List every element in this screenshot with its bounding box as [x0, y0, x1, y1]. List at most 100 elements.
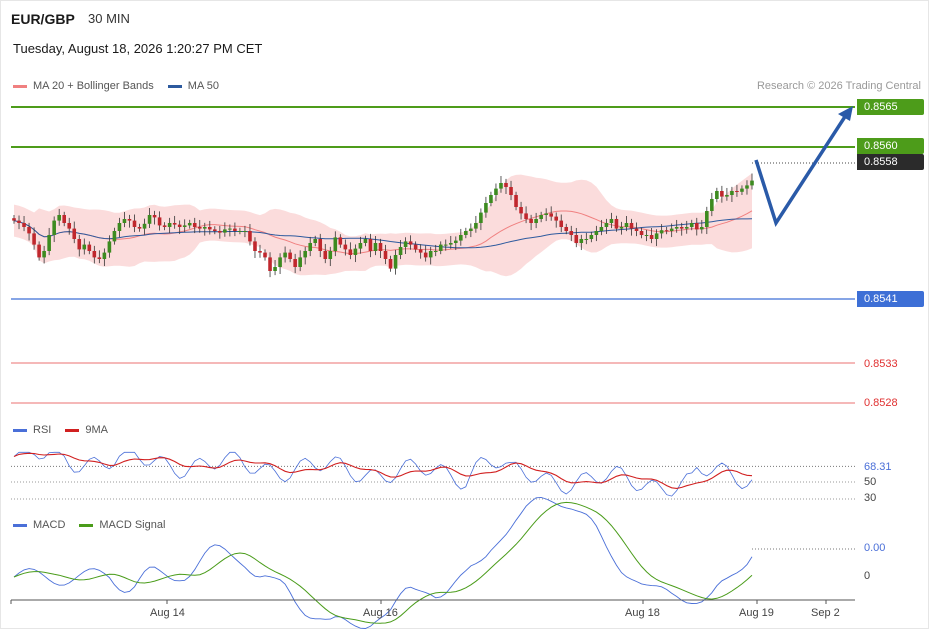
candle-body: [187, 223, 192, 226]
candle-body: [127, 219, 132, 221]
candle-body: [509, 187, 513, 195]
candle-body: [740, 188, 744, 192]
candle-body: [564, 227, 569, 231]
support-level-tag: 0.8541: [857, 291, 924, 307]
candle-body: [343, 244, 348, 250]
candle-body: [524, 213, 528, 219]
candle-body: [594, 231, 599, 235]
x-label-aug16: Aug 16: [363, 607, 398, 619]
legend-signal: MACD Signal: [79, 519, 165, 531]
candle-body: [92, 251, 97, 258]
candle-body: [609, 219, 614, 223]
macd-swatch: [13, 523, 27, 527]
candle-body: [428, 251, 433, 258]
candle-body: [72, 228, 77, 239]
candle-body: [689, 223, 694, 227]
candle-body: [358, 243, 363, 249]
candle-body: [624, 223, 629, 227]
rsi-value-label: 68.31: [864, 461, 892, 473]
candle-body: [469, 228, 473, 231]
candle-body: [604, 223, 609, 227]
candle-body: [589, 235, 594, 239]
candle-body: [87, 244, 92, 251]
candle-body: [67, 223, 72, 229]
forecast-arrow-line: [754, 111, 850, 228]
candle-body: [363, 239, 368, 243]
candle-body: [348, 249, 353, 255]
chart-canvas: [10, 106, 855, 629]
candle-body: [177, 224, 182, 227]
macd-value-label: 0.00: [864, 542, 886, 554]
candle-body: [12, 218, 16, 221]
candle-body: [664, 230, 669, 232]
candle-body: [559, 220, 564, 227]
candle-body: [62, 215, 67, 223]
candle-body: [197, 227, 202, 229]
candle-body: [142, 223, 147, 229]
candle-body: [318, 239, 323, 251]
candle-body: [413, 244, 418, 250]
candle-body: [534, 219, 538, 223]
x-label-aug18: Aug 18: [625, 607, 660, 619]
candle-body: [705, 211, 709, 227]
candle-body: [218, 231, 222, 233]
rsi-legend: RSI 9MA: [13, 424, 108, 436]
candle-body: [529, 219, 533, 223]
candle-body: [479, 212, 483, 223]
current-price-tag: 0.8558: [857, 154, 924, 170]
candle-body: [107, 241, 112, 253]
candle-body: [659, 230, 664, 234]
candle-body: [669, 228, 674, 231]
candle-body: [333, 237, 338, 251]
candle-body: [328, 251, 333, 259]
candle-body: [634, 228, 639, 231]
x-axis: [10, 599, 855, 604]
resistance-level-tag: 0.8560: [857, 138, 924, 154]
candle-body: [383, 251, 388, 259]
candle-body: [157, 217, 162, 226]
rsi-swatch: [13, 428, 27, 432]
candle-body: [484, 203, 488, 213]
candle-body: [408, 241, 413, 245]
candle-body: [725, 195, 729, 197]
candle-body: [238, 231, 242, 232]
candle-body: [489, 195, 493, 203]
candle-body: [388, 259, 393, 269]
candle-body: [283, 252, 287, 258]
candle-body: [137, 227, 142, 229]
candle-body: [57, 215, 61, 221]
target-level-tag: 0.8565: [857, 99, 924, 115]
candle-body: [544, 213, 548, 215]
candle-body: [418, 249, 423, 253]
candle-body: [745, 185, 749, 189]
candle-body: [574, 235, 579, 243]
candle-body: [403, 241, 408, 247]
candle-body: [373, 243, 378, 251]
candle-body: [398, 247, 403, 255]
candle-body: [323, 251, 328, 259]
candle-body: [278, 257, 282, 267]
candle-body: [699, 227, 704, 230]
candle-body: [37, 244, 41, 258]
candle-body: [504, 183, 508, 187]
candle-body: [82, 244, 87, 250]
legend-macd: MACD: [13, 519, 65, 531]
candle-body: [448, 243, 453, 245]
legend-rsi-ma-label: 9MA: [85, 424, 108, 436]
candle-body: [258, 251, 262, 253]
candle-body: [207, 227, 212, 230]
candle-body: [162, 225, 167, 227]
candle-body: [715, 191, 719, 199]
legend-macd-label: MACD: [33, 519, 66, 531]
candle-body: [338, 237, 343, 245]
rsi-ma-line: [13, 452, 753, 489]
candle-body: [288, 252, 292, 259]
candle-body: [172, 223, 177, 225]
candle-body: [720, 191, 724, 197]
candle-body: [27, 227, 31, 234]
candle-body: [639, 231, 644, 235]
candle-body: [228, 228, 232, 230]
x-label-aug19: Aug 19: [739, 607, 774, 619]
candle-body: [569, 231, 574, 235]
candle-body: [152, 215, 157, 218]
